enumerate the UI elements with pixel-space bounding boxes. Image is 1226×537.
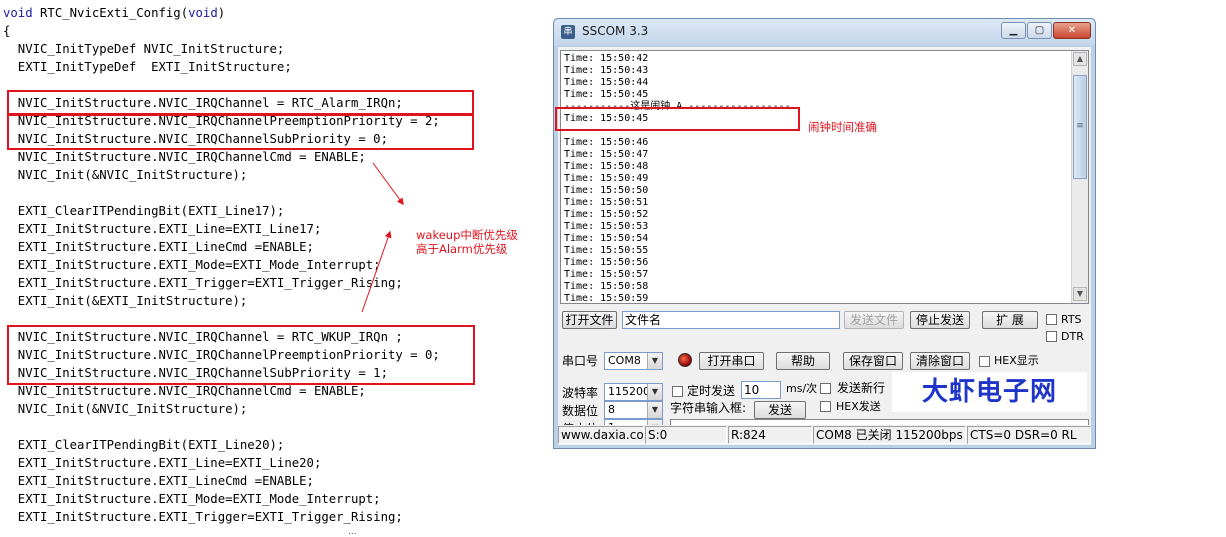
status-received-count: R:824 — [728, 426, 812, 444]
code-editor: void RTC_NvicExti_Config(void) { NVIC_In… — [0, 0, 545, 537]
status-sent-count: S:0 — [645, 426, 727, 444]
chevron-down-icon: ▼ — [647, 384, 662, 400]
scroll-up-arrow-icon[interactable]: ▲ — [1073, 52, 1087, 66]
arrow-down-right — [372, 162, 404, 206]
databits-select[interactable]: 8 ▼ — [604, 401, 663, 419]
port-status-led-icon — [678, 353, 692, 367]
receive-line: Time: 15:50:42 — [564, 53, 649, 64]
status-bar: www.daxia.com S:0 R:824 COM8 已关闭 115200b… — [558, 425, 1091, 445]
hex-display-label: HEX显示 — [994, 354, 1039, 367]
status-port: COM8 已关闭 115200bps — [813, 426, 966, 444]
interval-input[interactable]: 10 — [741, 381, 781, 399]
receive-line: Time: 15:50:49 — [564, 173, 649, 184]
receive-line: Time: 15:50:47 — [564, 149, 649, 160]
hex-send-checkbox[interactable] — [820, 401, 831, 412]
status-lines: CTS=0 DSR=0 RL — [967, 426, 1091, 444]
brand-logo: 大虾电子网 — [892, 372, 1087, 412]
timed-send-checkbox[interactable] — [672, 386, 683, 397]
timed-send-label: 定时发送 — [687, 384, 736, 398]
receive-line: Time: 15:50:43 — [564, 65, 649, 76]
app-icon: 串 — [561, 25, 575, 39]
receive-line: Time: 15:50:50 — [564, 185, 649, 196]
scroll-down-arrow-icon[interactable]: ▼ — [1073, 287, 1087, 301]
help-button[interactable]: 帮助 — [776, 352, 830, 370]
sscom-window: 串 SSCOM 3.3 ▁ ▢ ✕ Time: 15:50:42 Time: 1… — [553, 18, 1096, 449]
alarm-line-highlight-box — [555, 107, 800, 131]
rts-checkbox[interactable] — [1046, 314, 1057, 325]
interval-unit-label: ms/次 — [786, 382, 818, 395]
receive-line: Time: 15:50:45 — [564, 89, 649, 100]
alarm-accuracy-note: 闹钟时间准确 — [808, 120, 877, 134]
receive-line: Time: 15:50:52 — [564, 209, 649, 220]
baud-value: 115200 — [608, 385, 650, 398]
receive-line: Time: 15:50:57 — [564, 269, 649, 280]
send-newline-checkbox[interactable] — [820, 383, 831, 394]
dtr-checkbox[interactable] — [1046, 331, 1057, 342]
send-newline-label: 发送新行 — [837, 381, 886, 395]
port-label: 串口号 — [562, 354, 599, 368]
window-title: SSCOM 3.3 — [582, 24, 649, 38]
receive-line: Time: 15:50:44 — [564, 77, 649, 88]
status-website: www.daxia.com — [558, 426, 644, 444]
stop-send-button[interactable]: 停止发送 — [910, 311, 970, 329]
receive-textarea[interactable]: Time: 15:50:42 Time: 15:50:43 Time: 15:5… — [560, 50, 1089, 304]
receive-line: Time: 15:50:55 — [564, 245, 649, 256]
expand-button[interactable]: 扩 展 — [982, 311, 1038, 329]
receive-line: Time: 15:50:51 — [564, 197, 649, 208]
databits-label: 数据位 — [562, 404, 599, 418]
scroll-marker: ... — [348, 527, 357, 537]
receive-line: Time: 15:50:56 — [564, 257, 649, 268]
priority-note-line2: 高于Alarm优先级 — [416, 242, 508, 256]
receive-line: Time: 15:50:59 — [564, 293, 649, 304]
dtr-label: DTR — [1061, 330, 1084, 343]
chevron-down-icon: ▼ — [647, 402, 662, 418]
open-file-button[interactable]: 打开文件 — [562, 311, 617, 329]
send-button[interactable]: 发送 — [754, 401, 806, 419]
arrow-up — [361, 230, 392, 313]
baud-select[interactable]: 115200 ▼ — [604, 383, 663, 401]
scroll-thumb[interactable]: ≡ — [1073, 75, 1087, 179]
port-value: COM8 — [608, 354, 641, 367]
annotation-arrows — [361, 162, 404, 313]
restore-button[interactable]: ▢ — [1027, 22, 1052, 39]
hex-send-label: HEX发送 — [836, 400, 881, 413]
databits-value: 8 — [608, 403, 615, 416]
minimize-button[interactable]: ▁ — [1001, 22, 1026, 39]
receive-line: Time: 15:50:53 — [564, 221, 649, 232]
string-input-label: 字符串输入框: — [670, 401, 747, 415]
receive-line: Time: 15:50:58 — [564, 281, 649, 292]
hex-display-checkbox[interactable] — [979, 356, 990, 367]
port-select[interactable]: COM8 ▼ — [604, 352, 663, 370]
receive-line: Time: 15:50:46 — [564, 137, 649, 148]
save-window-button[interactable]: 保存窗口 — [843, 352, 903, 370]
priority-note-line1: wakeup中断优先级 — [416, 228, 518, 242]
receive-line: Time: 15:50:48 — [564, 161, 649, 172]
filename-input[interactable]: 文件名 — [622, 311, 840, 329]
send-file-button[interactable]: 发送文件 — [844, 311, 904, 329]
clear-window-button[interactable]: 清除窗口 — [910, 352, 970, 370]
open-port-button[interactable]: 打开串口 — [699, 352, 764, 370]
receive-scrollbar[interactable]: ▲ ≡ ▼ — [1071, 51, 1088, 303]
baud-label: 波特率 — [562, 386, 599, 400]
close-button[interactable]: ✕ — [1053, 22, 1091, 39]
chevron-down-icon: ▼ — [647, 353, 662, 369]
receive-line: Time: 15:50:54 — [564, 233, 649, 244]
rts-label: RTS — [1061, 313, 1082, 326]
title-bar[interactable]: 串 SSCOM 3.3 ▁ ▢ ✕ — [554, 19, 1095, 45]
